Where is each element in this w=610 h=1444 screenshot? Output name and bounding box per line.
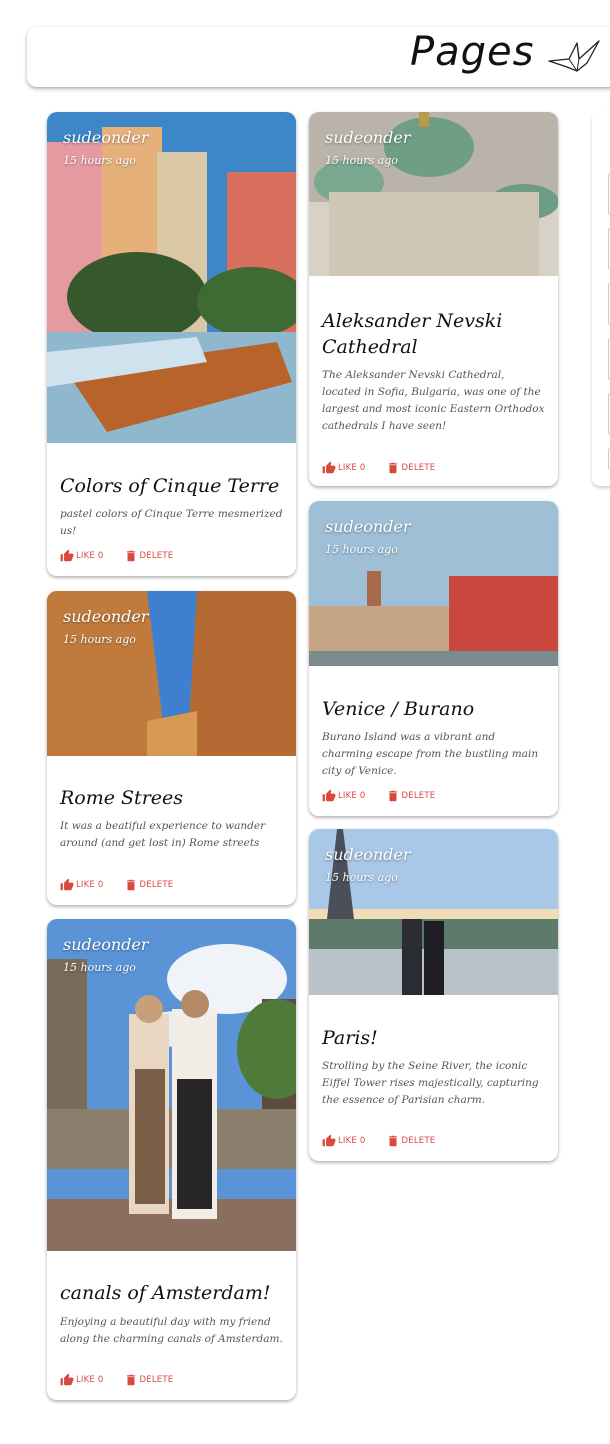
post-actions: LIKE 0 DELETE — [60, 1372, 173, 1388]
post-message: Burano Island was a vibrant and charming… — [322, 731, 539, 777]
post-title: Colors of Cinque Terre — [60, 475, 280, 497]
post-title: Venice / Burano — [322, 698, 475, 720]
post-time: 15 hours ago — [325, 154, 398, 167]
post-time: 15 hours ago — [325, 543, 398, 556]
delete-button[interactable]: DELETE — [124, 549, 174, 563]
post-message: The Aleksander Nevski Cathedral, located… — [322, 369, 545, 432]
post-card: sudeonder 15 hours ago Rome Strees It wa… — [47, 591, 296, 905]
thumb-up-icon — [322, 789, 336, 802]
post-image: sudeonder 15 hours ago — [309, 112, 558, 276]
trash-icon — [126, 879, 135, 891]
app-bar: Pages — [27, 27, 610, 87]
post-card: sudeonder 15 hours ago Paris! Strolling … — [309, 829, 558, 1161]
like-button[interactable]: LIKE 0 — [322, 461, 366, 475]
post-creator: sudeonder — [325, 128, 411, 147]
like-label: LIKE 0 — [338, 463, 366, 473]
post-creator: sudeonder — [63, 128, 149, 147]
post-actions: LIKE 0 DELETE — [322, 460, 435, 476]
post-image: sudeonder 15 hours ago — [47, 591, 296, 756]
like-button[interactable]: LIKE 0 — [60, 878, 104, 892]
like-label: LIKE 0 — [76, 1375, 104, 1385]
post-message: Strolling by the Seine River, the iconic… — [322, 1060, 539, 1106]
thumb-up-icon — [322, 461, 336, 474]
delete-button[interactable]: DELETE — [124, 1373, 174, 1387]
post-image: sudeonder 15 hours ago — [47, 112, 296, 443]
thumb-up-icon — [60, 878, 74, 891]
app-title: Pages — [410, 29, 535, 75]
post-creator: sudeonder — [325, 517, 411, 536]
trash-icon — [388, 790, 397, 802]
delete-label: DELETE — [401, 1136, 436, 1146]
post-actions: LIKE 0 DELETE — [60, 877, 173, 893]
delete-label: DELETE — [139, 551, 174, 561]
post-creator: sudeonder — [63, 935, 149, 954]
post-card: sudeonder 15 hours ago canals of Amsterd… — [47, 919, 296, 1400]
post-actions: LIKE 0 DELETE — [322, 1133, 435, 1149]
like-label: LIKE 0 — [338, 791, 366, 801]
delete-label: DELETE — [139, 1375, 174, 1385]
post-time: 15 hours ago — [63, 633, 136, 646]
thumb-up-icon — [60, 549, 74, 562]
post-time: 15 hours ago — [325, 871, 398, 884]
like-button[interactable]: LIKE 0 — [322, 789, 366, 803]
delete-label: DELETE — [401, 463, 436, 473]
trash-icon — [388, 462, 397, 474]
delete-button[interactable]: DELETE — [386, 1134, 436, 1148]
post-title: canals of Amsterdam! — [60, 1282, 271, 1304]
post-title: Paris! — [322, 1027, 378, 1049]
like-label: LIKE 0 — [338, 1136, 366, 1146]
trash-icon — [126, 550, 135, 562]
like-button[interactable]: LIKE 0 — [322, 1134, 366, 1148]
post-card: sudeonder 15 hours ago Colors of Cinque … — [47, 112, 296, 576]
delete-label: DELETE — [139, 880, 174, 890]
thumb-up-icon — [60, 1373, 74, 1386]
post-card: sudeonder 15 hours ago Aleksander Nevski… — [309, 112, 558, 486]
trash-icon — [388, 1135, 397, 1147]
post-time: 15 hours ago — [63, 154, 136, 167]
post-image: sudeonder 15 hours ago — [309, 829, 558, 995]
trash-icon — [126, 1374, 135, 1386]
post-card: sudeonder 15 hours ago Venice / Burano B… — [309, 501, 558, 816]
post-actions: LIKE 0 DELETE — [322, 788, 435, 804]
post-image: sudeonder 15 hours ago — [309, 501, 558, 666]
like-label: LIKE 0 — [76, 551, 104, 561]
delete-label: DELETE — [401, 791, 436, 801]
post-creator: sudeonder — [63, 607, 149, 626]
post-message: Enjoying a beautiful day with my friend … — [60, 1316, 283, 1345]
post-title: Rome Strees — [60, 787, 184, 809]
post-time: 15 hours ago — [63, 961, 136, 974]
paper-crane-icon — [548, 40, 600, 72]
delete-button[interactable]: DELETE — [124, 878, 174, 892]
post-creator: sudeonder — [325, 845, 411, 864]
like-button[interactable]: LIKE 0 — [60, 1373, 104, 1387]
post-actions: LIKE 0 DELETE — [60, 548, 173, 564]
delete-button[interactable]: DELETE — [386, 461, 436, 475]
thumb-up-icon — [322, 1134, 336, 1147]
post-message: It was a beatiful experience to wander a… — [60, 820, 266, 849]
form-panel — [592, 112, 610, 486]
post-image: sudeonder 15 hours ago — [47, 919, 296, 1251]
post-title: Aleksander Nevski Cathedral — [322, 310, 503, 358]
post-message: pastel colors of Cinque Terre mesmerized… — [60, 508, 283, 537]
delete-button[interactable]: DELETE — [386, 789, 436, 803]
like-label: LIKE 0 — [76, 880, 104, 890]
like-button[interactable]: LIKE 0 — [60, 549, 104, 563]
